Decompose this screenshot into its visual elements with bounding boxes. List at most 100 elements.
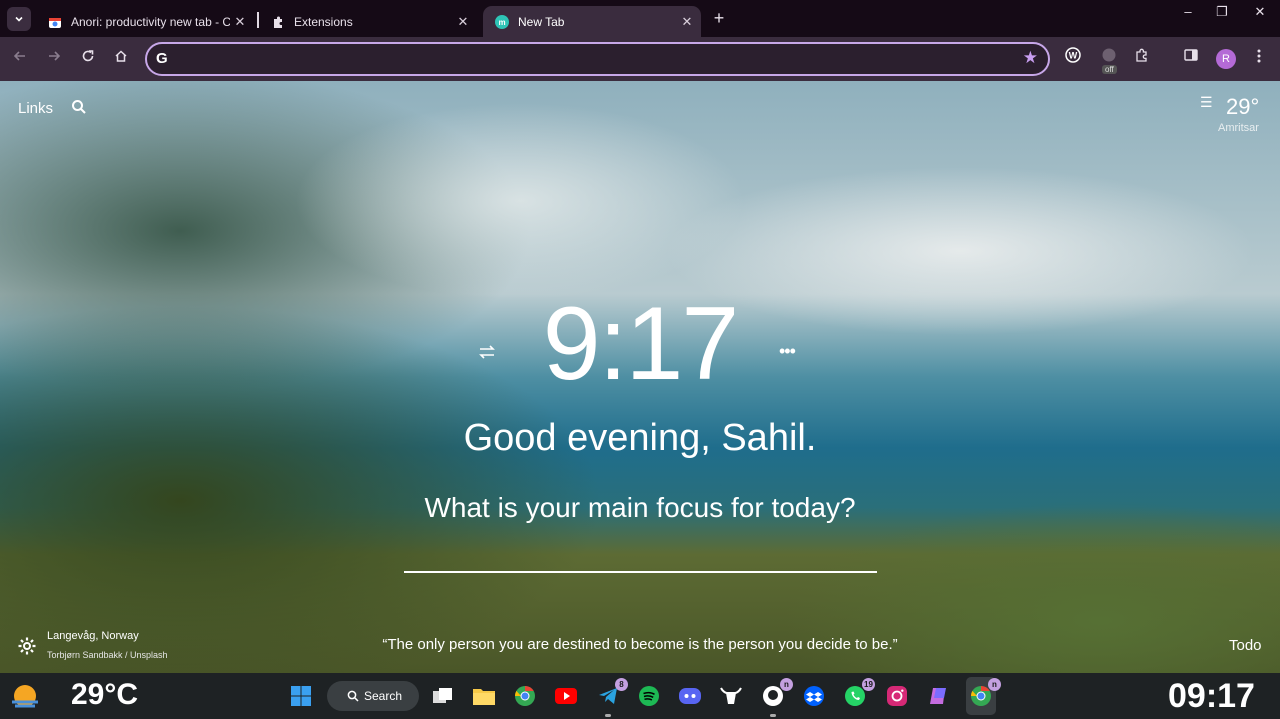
- search-label: Search: [364, 689, 403, 703]
- gear-icon[interactable]: [17, 636, 37, 656]
- side-panel-button[interactable]: [1179, 47, 1203, 71]
- taskbar-temperature[interactable]: 29°C: [71, 678, 138, 712]
- bull-icon: [720, 687, 742, 704]
- youtube-icon: [555, 688, 577, 704]
- chrome-profile-button[interactable]: n: [968, 678, 1001, 709]
- chevron-down-icon: [15, 16, 23, 22]
- browser-toolbar: G ★ W off R: [0, 37, 1280, 81]
- taskbar-search[interactable]: Search: [327, 681, 419, 711]
- folder-icon: [473, 689, 495, 705]
- weather-fog-icon: ☰: [1200, 94, 1213, 110]
- kebab-menu-icon: [1257, 49, 1261, 63]
- taskbar-clock[interactable]: 09:17: [1168, 677, 1255, 716]
- youtube-button[interactable]: [553, 683, 579, 709]
- greeting-text: Good evening, Sahil.: [463, 417, 817, 459]
- new-tab-button[interactable]: +: [708, 8, 730, 30]
- search-icon: [347, 690, 359, 702]
- file-explorer-button[interactable]: [471, 683, 497, 709]
- running-indicator: [770, 714, 776, 717]
- anori-icon: m: [495, 14, 509, 29]
- chrome-web-store-icon: [48, 15, 62, 29]
- tab-extensions[interactable]: Extensions ✕: [259, 6, 477, 37]
- github-button[interactable]: n: [760, 678, 793, 709]
- minimize-button[interactable]: –: [1171, 0, 1205, 24]
- notification-badge: 19: [862, 678, 875, 691]
- instagram-button[interactable]: [884, 683, 910, 709]
- tab-close-icon[interactable]: ✕: [677, 14, 697, 30]
- copilot-icon: [930, 688, 946, 704]
- tab-strip: Anori: productivity new tab - C ✕ Extens…: [0, 0, 1280, 37]
- dropbox-button[interactable]: [801, 683, 827, 709]
- bookmark-star-icon[interactable]: ★: [1023, 48, 1038, 68]
- menu-button[interactable]: [1247, 47, 1271, 71]
- extension-button[interactable]: W: [1061, 47, 1085, 71]
- photo-credit[interactable]: Torbjørn Sandbakk / Unsplash: [47, 650, 168, 660]
- google-icon: G: [156, 50, 168, 67]
- profile-avatar[interactable]: R: [1216, 49, 1236, 69]
- close-window-button[interactable]: ✕: [1243, 0, 1277, 24]
- instagram-icon: [887, 686, 907, 706]
- puzzle-icon: [1136, 48, 1147, 62]
- todo-button[interactable]: Todo: [1229, 637, 1262, 654]
- bull-app-button[interactable]: [718, 683, 744, 709]
- notification-badge: 8: [615, 678, 628, 691]
- tab-anori-store[interactable]: Anori: productivity new tab - C ✕: [36, 6, 254, 37]
- extension-badge: off: [1102, 65, 1117, 74]
- arrow-left-icon: [13, 51, 25, 61]
- home-icon: [115, 50, 127, 62]
- running-indicator: [605, 714, 611, 717]
- telegram-button[interactable]: 8: [595, 678, 628, 709]
- home-button[interactable]: [109, 47, 133, 71]
- focus-question: What is your main focus for today?: [424, 492, 856, 523]
- clock-display: 9:17: [542, 286, 739, 402]
- task-view-button[interactable]: [430, 683, 456, 709]
- forward-button[interactable]: [42, 47, 66, 71]
- weather-city: Amritsar: [1218, 122, 1259, 134]
- spotify-icon: [639, 686, 659, 706]
- chrome-icon: [515, 685, 535, 706]
- windows-taskbar: 29°C Search 8 n 19 n 09:17: [0, 673, 1280, 719]
- side-panel-icon: [1184, 49, 1198, 61]
- windows-icon: [291, 686, 311, 706]
- reload-button[interactable]: [76, 47, 100, 71]
- svg-text:W: W: [1069, 51, 1078, 61]
- tab-title: Anori: productivity new tab - C: [71, 14, 230, 29]
- tab-close-icon[interactable]: ✕: [453, 14, 473, 30]
- tab-new-tab[interactable]: m New Tab ✕: [483, 6, 701, 37]
- new-tab-page: Links ☰ 29° Amritsar 9:17 ••• Good eveni…: [0, 81, 1280, 673]
- whatsapp-button[interactable]: 19: [842, 678, 875, 709]
- chrome-button[interactable]: [512, 683, 538, 709]
- tab-close-icon[interactable]: ✕: [230, 14, 250, 30]
- tab-title: New Tab: [518, 14, 565, 29]
- extensions-menu-button[interactable]: [1130, 47, 1154, 71]
- search-icon[interactable]: [71, 99, 87, 115]
- extension-w-icon: W: [1065, 47, 1081, 63]
- more-options-icon[interactable]: •••: [779, 341, 796, 362]
- address-bar[interactable]: G ★: [145, 42, 1050, 76]
- notification-badge: n: [988, 678, 1001, 691]
- address-input[interactable]: [179, 48, 1019, 70]
- spotify-button[interactable]: [636, 683, 662, 709]
- tab-search-button[interactable]: [7, 7, 31, 31]
- links-button[interactable]: Links: [18, 100, 53, 117]
- dropbox-icon: [804, 686, 824, 706]
- maximize-button[interactable]: ❐: [1205, 0, 1239, 24]
- back-button[interactable]: [8, 47, 32, 71]
- reload-icon: [82, 50, 94, 62]
- task-view-icon: [433, 688, 452, 703]
- discord-icon: [679, 688, 701, 704]
- discord-button[interactable]: [677, 683, 703, 709]
- weather-sun-icon[interactable]: [8, 680, 42, 712]
- notification-badge: n: [780, 678, 793, 691]
- weather-temperature: 29°: [1226, 94, 1260, 119]
- photo-location: Langevåg, Norway: [47, 630, 139, 642]
- start-button[interactable]: [288, 683, 314, 709]
- focus-input[interactable]: [404, 537, 877, 573]
- arrow-right-icon: [49, 51, 61, 61]
- puzzle-icon: [271, 15, 285, 29]
- quote-text: “The only person you are destined to bec…: [382, 636, 898, 653]
- tab-title: Extensions: [294, 14, 353, 29]
- copilot-button[interactable]: [925, 683, 951, 709]
- extension-circle-icon: [1102, 48, 1116, 62]
- svg-text:m: m: [498, 18, 505, 27]
